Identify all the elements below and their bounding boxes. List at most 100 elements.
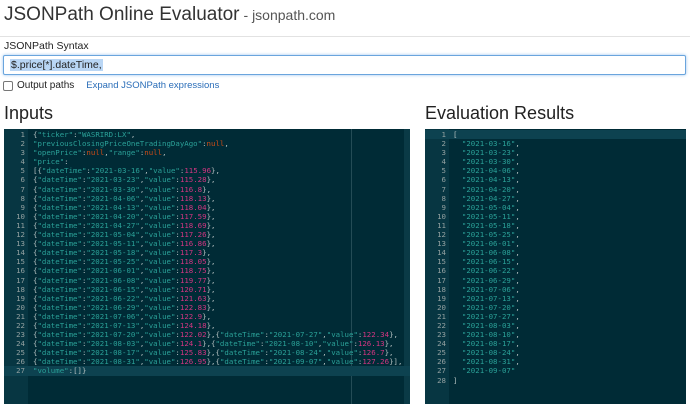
- code-text: "2021-04-20",: [461, 184, 520, 194]
- line-number: 2: [441, 139, 446, 149]
- inputs-line: 2 "previousClosingPriceOneTradingDayAgo":…: [4, 139, 410, 148]
- results-heading: Evaluation Results: [425, 103, 575, 123]
- inputs-line: 11 {"dateTime":"2021-04-27","value":118.6…: [4, 221, 410, 230]
- results-line: 11 "2021-05-18",: [425, 221, 686, 230]
- code-text: "volume":[]}: [33, 366, 87, 376]
- code-text: "2021-03-23",: [461, 148, 520, 158]
- code-text: ]: [453, 375, 458, 385]
- syntax-label: JSONPath Syntax: [4, 40, 89, 52]
- code-text: {"dateTime":"2021-05-04","value":117.26}…: [33, 230, 216, 240]
- code-text: {"dateTime":"2021-05-25","value":118.05}…: [33, 257, 216, 267]
- line-number: 15: [16, 257, 25, 267]
- line-number: 9: [20, 202, 25, 212]
- line-number: 24: [437, 339, 446, 349]
- line-number: 10: [16, 211, 25, 221]
- code-text: "2021-08-24",: [461, 348, 520, 358]
- code-text: "2021-07-20",: [461, 302, 520, 312]
- line-number: 18: [437, 284, 446, 294]
- code-text: {"dateTime":"2021-03-30","value":116.8},: [33, 184, 212, 194]
- code-text: "2021-06-01",: [461, 239, 520, 249]
- inputs-line: 20 {"dateTime":"2021-06-29","value":122.8…: [4, 303, 410, 312]
- code-text: {"dateTime":"2021-06-15","value":120.71}…: [33, 284, 216, 294]
- results-line: 5 "2021-04-06",: [425, 166, 686, 175]
- code-text: "2021-08-10",: [461, 330, 520, 340]
- line-number: 27: [16, 366, 25, 376]
- inputs-line: 21 {"dateTime":"2021-07-06","value":122.9…: [4, 312, 410, 321]
- code-text: "2021-05-11",: [461, 211, 520, 221]
- code-text: {"dateTime":"2021-06-08","value":119.77}…: [33, 275, 216, 285]
- inputs-line: 22 {"dateTime":"2021-07-13","value":124.1…: [4, 321, 410, 330]
- line-number: 19: [16, 293, 25, 303]
- code-text: "2021-05-04",: [461, 202, 520, 212]
- output-paths-checkbox[interactable]: [3, 80, 13, 91]
- line-number: 26: [437, 357, 446, 367]
- line-number: 22: [437, 320, 446, 330]
- code-text: "2021-06-15",: [461, 257, 520, 267]
- code-text: "2021-04-13",: [461, 175, 520, 185]
- code-text: "2021-07-06",: [461, 284, 520, 294]
- code-text: "2021-03-16",: [461, 139, 520, 149]
- line-number: 26: [16, 357, 25, 367]
- results-line: 22 "2021-08-03",: [425, 321, 686, 330]
- line-number: 14: [437, 248, 446, 258]
- code-text: {"dateTime":"2021-05-11","value":116.86}…: [33, 239, 216, 249]
- results-line: 23 "2021-08-10",: [425, 330, 686, 339]
- line-number: 20: [16, 302, 25, 312]
- code-text: "2021-06-22",: [461, 266, 520, 276]
- results-line: 26 "2021-08-31",: [425, 357, 686, 366]
- code-text: {"dateTime":"2021-08-17","value":125.83}…: [33, 348, 394, 358]
- line-number: 6: [441, 175, 446, 185]
- line-number: 7: [20, 184, 25, 194]
- results-line: 8 "2021-04-27",: [425, 194, 686, 203]
- code-text: "2021-04-27",: [461, 193, 520, 203]
- results-line: 12 "2021-05-25",: [425, 230, 686, 239]
- results-code: 1[2 "2021-03-16", 3 "2021-03-23", 4 "2021-…: [425, 130, 686, 385]
- line-number: 6: [20, 175, 25, 185]
- code-text: "price":: [33, 157, 69, 167]
- results-line: 2 "2021-03-16",: [425, 139, 686, 148]
- line-number: 8: [441, 193, 446, 203]
- inputs-line: 16 {"dateTime":"2021-06-01","value":118.7…: [4, 266, 410, 275]
- line-number: 16: [16, 266, 25, 276]
- line-number: 1: [441, 130, 446, 139]
- results-line: 21 "2021-07-27",: [425, 312, 686, 321]
- results-line: 25 "2021-08-24",: [425, 348, 686, 357]
- site-name: - jsonpath.com: [243, 7, 336, 23]
- code-text: "openPrice":null,"range":null,: [33, 148, 167, 158]
- inputs-line: 6 {"dateTime":"2021-03-23","value":115.28…: [4, 175, 410, 184]
- line-number: 24: [16, 339, 25, 349]
- inputs-line: 24 {"dateTime":"2021-08-03","value":124.1…: [4, 339, 410, 348]
- code-text: {"dateTime":"2021-08-03","value":124.1},…: [33, 339, 394, 349]
- inputs-line: 18 {"dateTime":"2021-06-15","value":120.7…: [4, 285, 410, 294]
- results-editor[interactable]: 1[2 "2021-03-16", 3 "2021-03-23", 4 "2021-…: [425, 129, 686, 404]
- results-line: 6 "2021-04-13",: [425, 175, 686, 184]
- jsonpath-query-input[interactable]: $.price[*].dateTime,: [3, 55, 686, 75]
- inputs-line: 13 {"dateTime":"2021-05-11","value":116.8…: [4, 239, 410, 248]
- line-number: 17: [437, 275, 446, 285]
- results-line: 10 "2021-05-11",: [425, 212, 686, 221]
- line-number: 23: [16, 330, 25, 340]
- line-number: 7: [441, 184, 446, 194]
- line-number: 4: [441, 157, 446, 167]
- code-text: {"dateTime":"2021-04-27","value":118.69}…: [33, 220, 216, 230]
- line-number: 12: [16, 230, 25, 240]
- code-text: {"dateTime":"2021-04-13","value":118.04}…: [33, 202, 216, 212]
- inputs-line: 1 {"ticker":"WASRIRD:LX",: [4, 130, 410, 139]
- expand-jsonpath-link[interactable]: Expand JSONPath expressions: [86, 80, 219, 91]
- inputs-line: 23 {"dateTime":"2021-07-20","value":122.0…: [4, 330, 410, 339]
- code-text: [{"dateTime":"2021-03-16","value":115.96…: [33, 166, 220, 176]
- code-text: {"dateTime":"2021-06-01","value":118.75}…: [33, 266, 216, 276]
- line-number: 27: [437, 366, 446, 376]
- results-line: 16 "2021-06-22",: [425, 266, 686, 275]
- inputs-line: 15 {"dateTime":"2021-05-25","value":118.0…: [4, 257, 410, 266]
- code-text: {"dateTime":"2021-06-22","value":121.63}…: [33, 293, 216, 303]
- code-text: "2021-06-29",: [461, 275, 520, 285]
- inputs-line: 8 {"dateTime":"2021-04-06","value":118.13…: [4, 194, 410, 203]
- results-line: 27 "2021-09-07": [425, 366, 686, 375]
- line-number: 23: [437, 330, 446, 340]
- line-number: 8: [20, 193, 25, 203]
- inputs-line: 27 "volume":[]}: [4, 366, 410, 376]
- line-number: 17: [16, 275, 25, 285]
- inputs-line: 3 "openPrice":null,"range":null,: [4, 148, 410, 157]
- inputs-editor[interactable]: 1 {"ticker":"WASRIRD:LX", 2 "previousClosin…: [4, 129, 410, 404]
